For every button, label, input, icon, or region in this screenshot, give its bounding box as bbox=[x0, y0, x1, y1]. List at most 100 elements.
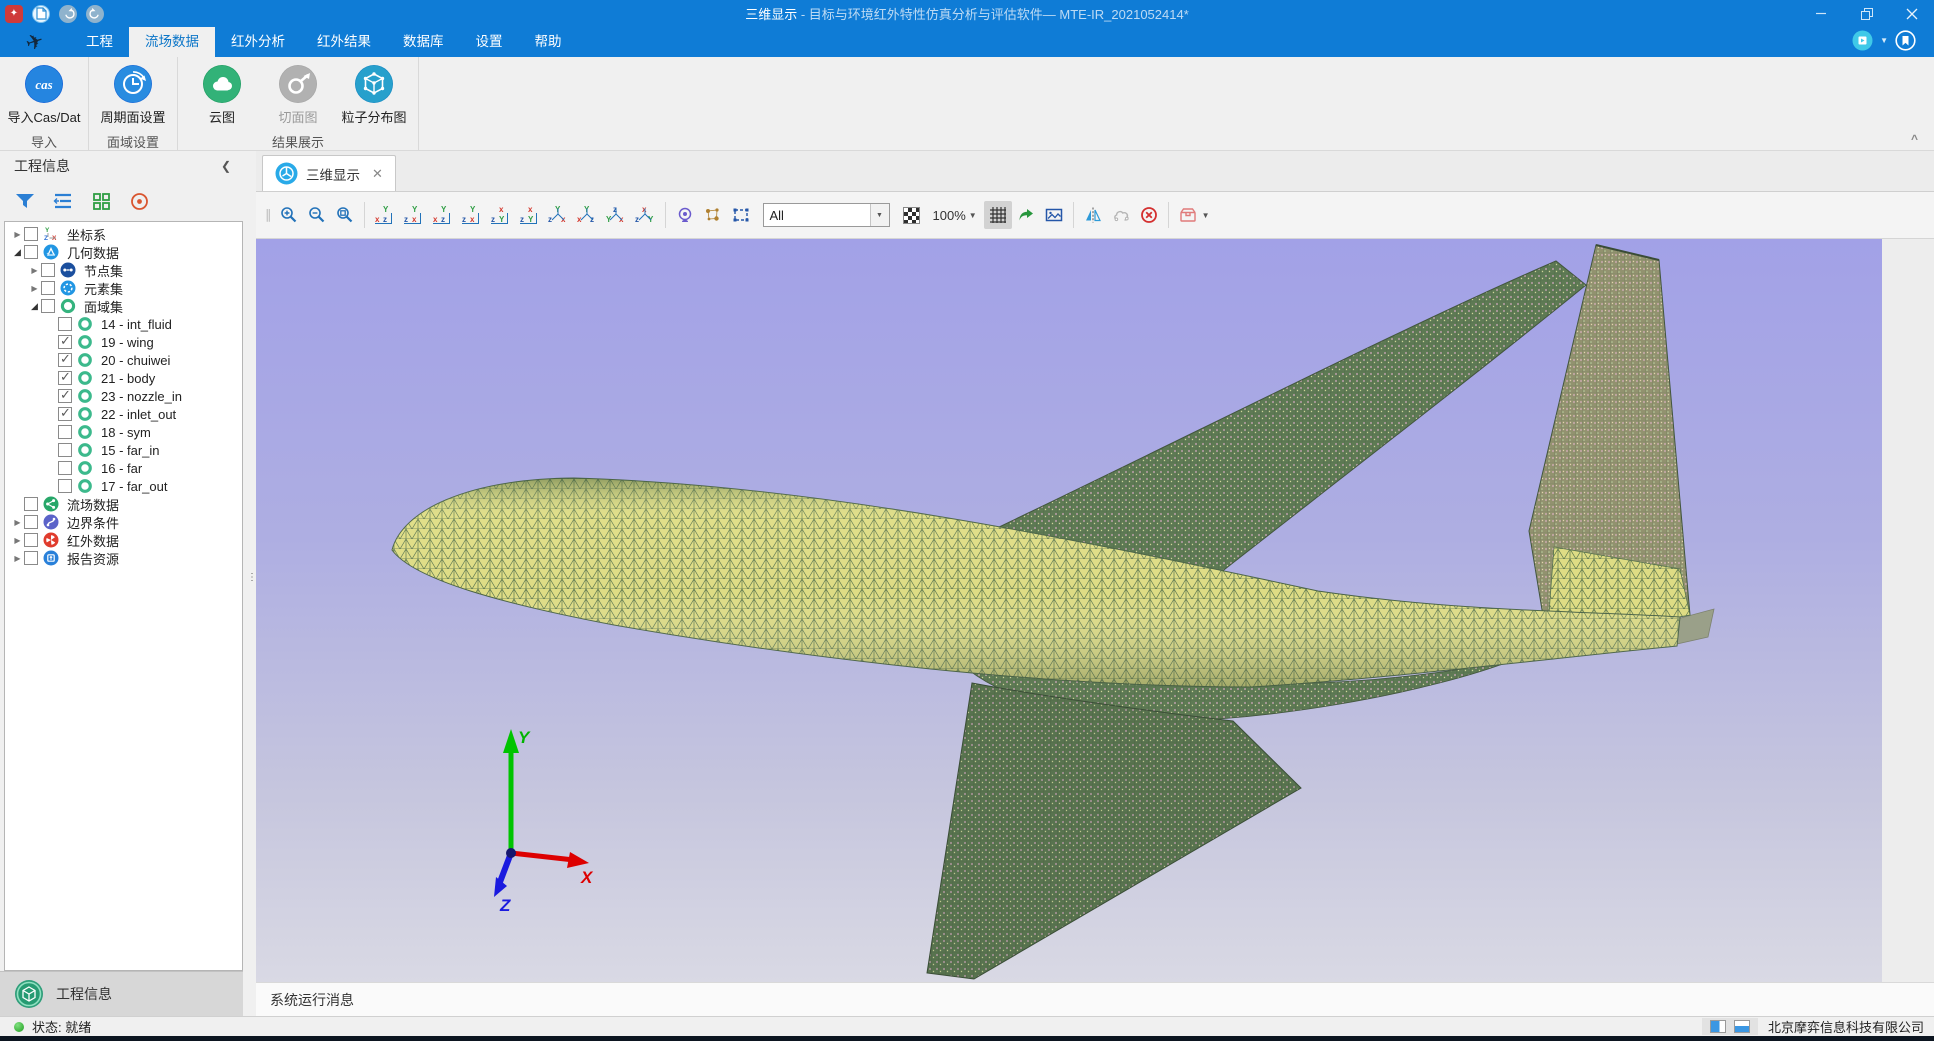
tree-expander-icon[interactable]: ▶ bbox=[11, 230, 24, 239]
style-switcher-icon[interactable] bbox=[1852, 30, 1873, 51]
tree-checkbox[interactable] bbox=[58, 335, 72, 349]
tree-checkbox[interactable] bbox=[41, 299, 55, 313]
tree-expander-icon[interactable]: ▶ bbox=[28, 284, 41, 293]
zoom-caret-icon[interactable]: ▼ bbox=[969, 211, 977, 220]
view-iso-3-icon[interactable]: zYx bbox=[602, 201, 631, 229]
tree-row[interactable]: ◢几何数据 bbox=[5, 243, 242, 261]
tree-row[interactable]: 15 - far_in bbox=[5, 441, 242, 459]
menu-tab[interactable]: 红外分析 bbox=[215, 27, 301, 57]
tab-close-icon[interactable]: ✕ bbox=[368, 166, 383, 182]
tree-row[interactable]: 16 - far bbox=[5, 459, 242, 477]
view-iso-2-icon[interactable]: Yxz bbox=[573, 201, 602, 229]
menu-tab[interactable]: 设置 bbox=[460, 27, 519, 57]
minimize-button[interactable] bbox=[1799, 0, 1844, 27]
tree-checkbox[interactable] bbox=[24, 497, 38, 511]
view-back-icon[interactable]: zxY bbox=[399, 201, 428, 229]
view-top-icon[interactable]: zYx bbox=[486, 201, 515, 229]
tree-row[interactable]: ◢面域集 bbox=[5, 297, 242, 315]
mirror-view-icon[interactable] bbox=[1079, 201, 1107, 229]
tree-checkbox[interactable] bbox=[58, 479, 72, 493]
tree-row[interactable]: ▶报告资源 bbox=[5, 549, 242, 567]
tree-expander-icon[interactable]: ◢ bbox=[11, 247, 24, 258]
menu-tab[interactable]: 流场数据 bbox=[129, 27, 215, 57]
view-iso-4-icon[interactable]: xzY bbox=[631, 201, 660, 229]
clear-delete-icon[interactable] bbox=[1135, 201, 1163, 229]
menu-tab[interactable]: 红外结果 bbox=[301, 27, 387, 57]
sidebar-splitter[interactable]: ⋮ bbox=[243, 151, 256, 1016]
layout-horizontal-icon[interactable] bbox=[1734, 1020, 1750, 1033]
tree-expander-icon[interactable]: ◢ bbox=[28, 301, 41, 312]
view-bottom-icon[interactable]: zYx bbox=[515, 201, 544, 229]
grid-toggle-icon[interactable] bbox=[984, 201, 1012, 229]
tree-checkbox[interactable] bbox=[58, 353, 72, 367]
tree-checkbox[interactable] bbox=[58, 461, 72, 475]
tree-row[interactable]: 23 - nozzle_in bbox=[5, 387, 242, 405]
box-select-icon[interactable] bbox=[727, 201, 755, 229]
tree-row[interactable]: 21 - body bbox=[5, 369, 242, 387]
redo-icon[interactable] bbox=[86, 5, 104, 23]
tree-row[interactable]: ▶边界条件 bbox=[5, 513, 242, 531]
zoom-in-icon[interactable] bbox=[275, 201, 303, 229]
ribbon-button[interactable]: cas导入Cas/Dat bbox=[6, 61, 82, 126]
tree-checkbox[interactable] bbox=[41, 263, 55, 277]
view-front-icon[interactable]: xzY bbox=[370, 201, 399, 229]
tab-3d-view[interactable]: 三维显示 ✕ bbox=[262, 155, 396, 191]
tree-checkbox[interactable] bbox=[58, 425, 72, 439]
viewport-3d[interactable]: Y X Z bbox=[256, 239, 1882, 982]
save-package-icon[interactable] bbox=[1174, 201, 1202, 229]
tree-expander-icon[interactable]: ▶ bbox=[28, 266, 41, 275]
combo-arrow-icon[interactable]: ▼ bbox=[870, 204, 889, 226]
sidebar-bottom-bar[interactable]: 工程信息 bbox=[0, 971, 243, 1016]
tree-checkbox[interactable] bbox=[24, 551, 38, 565]
style-caret-icon[interactable]: ▼ bbox=[1880, 36, 1888, 45]
tree-row[interactable]: 17 - far_out bbox=[5, 477, 242, 495]
cloud-smooth-icon[interactable] bbox=[1107, 201, 1135, 229]
tree-row[interactable]: 流场数据 bbox=[5, 495, 242, 513]
tree-row[interactable]: ▶红外数据 bbox=[5, 531, 242, 549]
menu-tab[interactable]: 工程 bbox=[70, 27, 129, 57]
close-button[interactable] bbox=[1889, 0, 1934, 27]
toolbar-caret-icon[interactable]: ▼ bbox=[1202, 211, 1210, 220]
menu-tab[interactable]: 数据库 bbox=[387, 27, 460, 57]
list-outline-icon[interactable] bbox=[52, 190, 74, 212]
view-right-icon[interactable]: zxY bbox=[457, 201, 486, 229]
tree-row[interactable]: 22 - inlet_out bbox=[5, 405, 242, 423]
tree-row[interactable]: ▶节点集 bbox=[5, 261, 242, 279]
ribbon-button[interactable]: 粒子分布图 bbox=[336, 61, 412, 126]
tree-checkbox[interactable] bbox=[58, 443, 72, 457]
tree-row[interactable]: ▶YZX坐标系 bbox=[5, 225, 242, 243]
probe-camera-icon[interactable] bbox=[671, 201, 699, 229]
grid-view-icon[interactable] bbox=[90, 190, 112, 212]
filter-icon[interactable] bbox=[14, 190, 36, 212]
restore-button[interactable] bbox=[1844, 0, 1889, 27]
ribbon-button[interactable]: 云图 bbox=[184, 61, 260, 126]
new-document-icon[interactable] bbox=[32, 5, 50, 23]
tree-row[interactable]: 20 - chuiwei bbox=[5, 351, 242, 369]
sidebar-collapse-icon[interactable]: ❮ bbox=[221, 159, 231, 173]
zoom-out-icon[interactable] bbox=[303, 201, 331, 229]
tree-expander-icon[interactable]: ▶ bbox=[11, 518, 24, 527]
export-arrow-icon[interactable] bbox=[1012, 201, 1040, 229]
zoom-fit-icon[interactable] bbox=[331, 201, 359, 229]
display-filter-select[interactable]: All ▼ bbox=[763, 203, 890, 227]
layout-vertical-icon[interactable] bbox=[1710, 1020, 1726, 1033]
snapshot-image-icon[interactable] bbox=[1040, 201, 1068, 229]
tree-checkbox[interactable] bbox=[24, 515, 38, 529]
tree-expander-icon[interactable]: ▶ bbox=[11, 554, 24, 563]
particle-trace-icon[interactable] bbox=[699, 201, 727, 229]
ribbon-button[interactable]: 周期面设置 bbox=[95, 61, 171, 126]
menu-tab[interactable]: 帮助 bbox=[519, 27, 578, 57]
tree-checkbox[interactable] bbox=[41, 281, 55, 295]
view-iso-1-icon[interactable]: Yzx bbox=[544, 201, 573, 229]
tree-checkbox[interactable] bbox=[24, 227, 38, 241]
undo-icon[interactable] bbox=[59, 5, 77, 23]
checker-transparency-icon[interactable] bbox=[898, 201, 926, 229]
tree-expander-icon[interactable]: ▶ bbox=[11, 536, 24, 545]
tree-row[interactable]: ▶元素集 bbox=[5, 279, 242, 297]
zoom-level-control[interactable]: 100% ▼ bbox=[928, 208, 982, 223]
tree-row[interactable]: 18 - sym bbox=[5, 423, 242, 441]
app-icon[interactable]: ✦ bbox=[5, 5, 23, 23]
tree-checkbox[interactable] bbox=[24, 533, 38, 547]
view-left-icon[interactable]: xzY bbox=[428, 201, 457, 229]
target-locate-icon[interactable] bbox=[128, 190, 150, 212]
